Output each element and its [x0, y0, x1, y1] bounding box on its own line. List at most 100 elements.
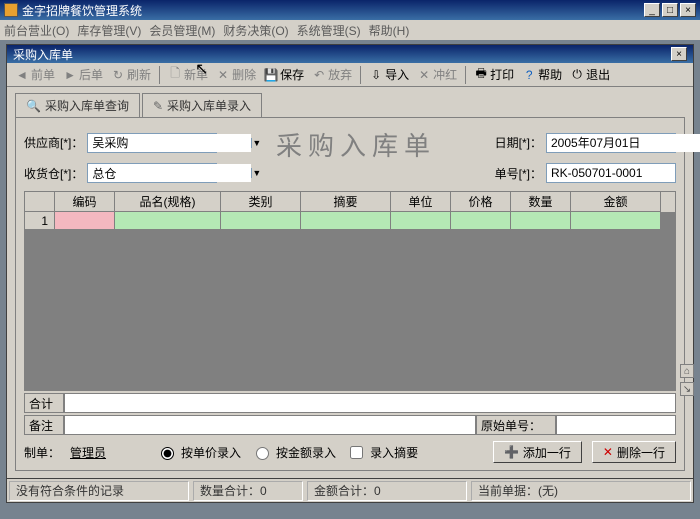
arrow-left-icon: ◄ — [15, 68, 29, 82]
close-button[interactable]: × — [680, 3, 696, 17]
cell-price[interactable] — [451, 212, 511, 230]
supplier-combo[interactable]: ▼ — [87, 133, 217, 153]
cell-category[interactable] — [221, 212, 301, 230]
maximize-button[interactable]: □ — [662, 3, 678, 17]
tab-entry-label: 采购入库单录入 — [167, 97, 251, 114]
remark-label: 备注 — [24, 415, 64, 435]
radio-by-amount-input[interactable] — [256, 447, 269, 460]
cell-qty[interactable] — [511, 212, 571, 230]
status-msg: 没有符合条件的记录 — [9, 481, 189, 501]
plus-icon: ➕ — [504, 445, 519, 459]
next-doc-label: 后单 — [79, 66, 103, 83]
check-summary-input[interactable] — [350, 446, 363, 459]
radio-by-price-input[interactable] — [161, 447, 174, 460]
cell-unit[interactable] — [391, 212, 451, 230]
radio-by-price-label: 按单价录入 — [181, 444, 241, 461]
toolbar-sep-3 — [465, 66, 466, 84]
menu-member[interactable]: 会员管理(M) — [149, 22, 215, 39]
mdi-area: 采购入库单 × ◄前单 ►后单 ↻刷新 🗋新单 ✕删除 💾保存 ↶放弃 ⇩导入 … — [0, 40, 700, 519]
add-row-button[interactable]: ➕ 添加一行 — [493, 441, 582, 463]
help-icon: ? — [522, 68, 536, 82]
prev-doc-label: 前单 — [31, 66, 55, 83]
date-combo[interactable]: ▼ — [546, 133, 676, 153]
delete-row-button[interactable]: ✕删除一行 — [592, 441, 676, 463]
inner-title: 采购入库单 — [13, 46, 669, 63]
col-qty[interactable]: 数量 — [511, 192, 571, 212]
warehouse-input[interactable] — [88, 164, 251, 182]
chevron-down-icon-3[interactable]: ▼ — [251, 168, 261, 178]
help-label: 帮助 — [538, 66, 562, 83]
reverse-button[interactable]: ✕冲红 — [415, 66, 459, 83]
purchase-receipt-window: 采购入库单 × ◄前单 ►后单 ↻刷新 🗋新单 ✕删除 💾保存 ↶放弃 ⇩导入 … — [6, 44, 694, 479]
col-unit[interactable]: 单位 — [391, 192, 451, 212]
radio-by-amount[interactable]: 按金额录入 — [251, 444, 336, 461]
toolbar-sep — [159, 66, 160, 84]
exit-button[interactable]: ⏻退出 — [568, 66, 612, 83]
refresh-button[interactable]: ↻刷新 — [109, 66, 153, 83]
reverse-label: 冲红 — [433, 66, 457, 83]
inner-close-button[interactable]: × — [671, 47, 687, 61]
cell-amount[interactable] — [571, 212, 661, 230]
status-cur: 当前单据：(无) — [471, 481, 691, 501]
delete-icon: ✕ — [216, 68, 230, 82]
toolbar-sep-2 — [360, 66, 361, 84]
orig-docno-input[interactable] — [556, 415, 676, 435]
app-icon — [4, 3, 18, 17]
discard-button[interactable]: ↶放弃 — [310, 66, 354, 83]
cell-code[interactable] — [55, 212, 115, 230]
add-row-label: 添加一行 — [523, 444, 571, 461]
cell-summary[interactable] — [301, 212, 391, 230]
new-doc-button[interactable]: 🗋新单 — [166, 66, 210, 83]
col-amount[interactable]: 金额 — [571, 192, 661, 212]
warehouse-combo[interactable]: ▼ — [87, 163, 217, 183]
date-input[interactable] — [547, 134, 700, 152]
sum-values — [64, 393, 676, 413]
minimize-button[interactable]: _ — [644, 3, 660, 17]
warehouse-label: 收货仓[*]： — [24, 165, 83, 182]
remark-input[interactable] — [64, 415, 476, 435]
print-label: 打印 — [490, 66, 514, 83]
next-doc-button[interactable]: ►后单 — [61, 66, 105, 83]
save-button[interactable]: 💾保存 — [262, 66, 306, 83]
col-rownum — [25, 192, 55, 212]
entry-panel: 供应商[*]： ▼ 采购入库单 日期[*]： ▼ — [15, 117, 685, 471]
toolbar: ◄前单 ►后单 ↻刷新 🗋新单 ✕删除 💾保存 ↶放弃 ⇩导入 ✕冲红 🖶打印 … — [7, 63, 693, 87]
menu-system[interactable]: 系统管理(S) — [297, 22, 361, 39]
print-button[interactable]: 🖶打印 — [472, 66, 516, 83]
side-home-icon[interactable]: ⌂ — [680, 364, 694, 378]
supplier-label: 供应商[*]： — [24, 134, 83, 151]
docno-text: RK-050701-0001 — [546, 163, 676, 183]
tab-query[interactable]: 🔍采购入库单查询 — [15, 93, 140, 117]
items-grid[interactable]: 编码 品名(规格) 类别 摘要 单位 价格 数量 金额 1 — [24, 191, 676, 391]
menu-inventory[interactable]: 库存管理(V) — [77, 22, 141, 39]
table-row[interactable]: 1 — [25, 212, 675, 230]
import-button[interactable]: ⇩导入 — [367, 66, 411, 83]
help-button[interactable]: ?帮助 — [520, 66, 564, 83]
tab-entry[interactable]: ✎采购入库单录入 — [142, 93, 262, 117]
save-label: 保存 — [280, 66, 304, 83]
save-icon: 💾 — [264, 68, 278, 82]
reverse-icon: ✕ — [417, 68, 431, 82]
delete-doc-button[interactable]: ✕删除 — [214, 66, 258, 83]
sum-label: 合计 — [24, 393, 64, 413]
x-icon: ✕ — [603, 445, 613, 459]
prev-doc-button[interactable]: ◄前单 — [13, 66, 57, 83]
tabs: 🔍采购入库单查询 ✎采购入库单录入 — [7, 87, 693, 117]
cell-name[interactable] — [115, 212, 221, 230]
radio-by-price[interactable]: 按单价录入 — [156, 444, 241, 461]
menu-help[interactable]: 帮助(H) — [369, 22, 410, 39]
side-arrow-icon[interactable]: ↘ — [680, 382, 694, 396]
doc-big-title: 采购入库单 — [225, 126, 486, 163]
menu-frontdesk[interactable]: 前台营业(O) — [4, 22, 69, 39]
col-name[interactable]: 品名(规格) — [115, 192, 221, 212]
col-price[interactable]: 价格 — [451, 192, 511, 212]
check-summary[interactable]: 录入摘要 — [346, 443, 418, 462]
menu-finance[interactable]: 财务决策(O) — [223, 22, 288, 39]
col-category[interactable]: 类别 — [221, 192, 301, 212]
print-icon: 🖶 — [474, 68, 488, 82]
col-code[interactable]: 编码 — [55, 192, 115, 212]
arrow-right-icon: ► — [63, 68, 77, 82]
search-icon: 🔍 — [26, 99, 41, 113]
undo-icon: ↶ — [312, 68, 326, 82]
col-summary[interactable]: 摘要 — [301, 192, 391, 212]
